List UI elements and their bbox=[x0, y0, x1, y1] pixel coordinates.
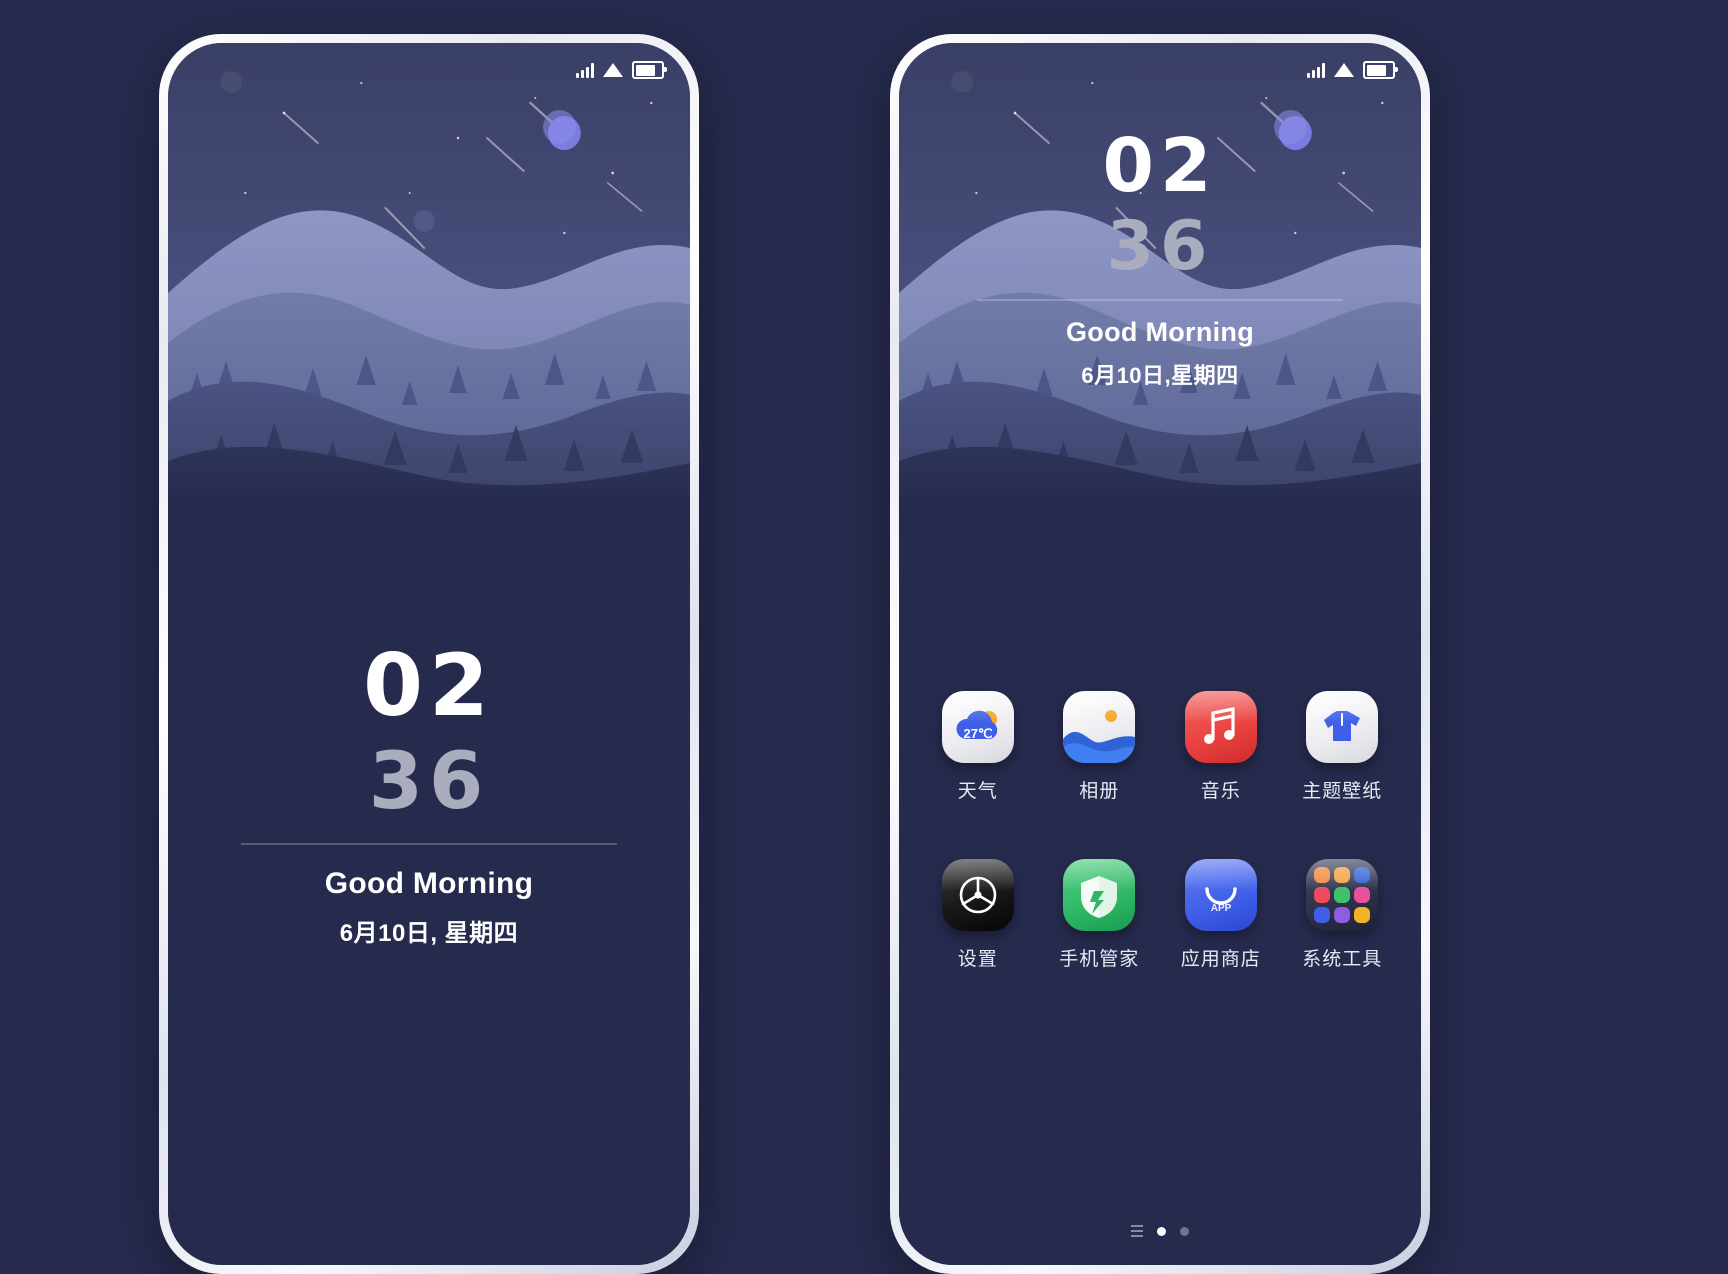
app-label: 音乐 bbox=[1200, 781, 1241, 802]
lock-date: 6月10日, 星期四 bbox=[339, 920, 519, 947]
weather-temp-label: 27℃ bbox=[963, 726, 992, 741]
app-gallery[interactable]: 相册 bbox=[1039, 691, 1161, 803]
home-screen-display[interactable]: 02 36 Good Morning 6月10日,星期四 27℃ 天气 相册 音… bbox=[899, 43, 1421, 1265]
app-store-badge-label: APP bbox=[1210, 903, 1231, 914]
battery-icon bbox=[632, 61, 667, 79]
app-phone-manager[interactable]: 手机管家 bbox=[1039, 859, 1161, 971]
app-label: 系统工具 bbox=[1302, 949, 1383, 970]
page-dot-inactive[interactable] bbox=[1180, 1226, 1189, 1236]
wallpaper-lock bbox=[168, 43, 690, 513]
app-label: 手机管家 bbox=[1059, 949, 1140, 970]
home-clock-hours: 02 bbox=[1102, 123, 1218, 209]
app-label: 相册 bbox=[1079, 781, 1120, 802]
app-store[interactable]: APP 应用商店 bbox=[1160, 859, 1282, 971]
app-settings[interactable]: 设置 bbox=[917, 859, 1039, 971]
camera-punch-hole bbox=[951, 71, 973, 93]
signal-bars-icon bbox=[1307, 62, 1325, 78]
battery-icon bbox=[1363, 61, 1398, 79]
weather-icon: 27℃ bbox=[941, 691, 1014, 763]
signal-bars-icon bbox=[576, 62, 594, 78]
lock-greeting: Good Morning bbox=[324, 867, 534, 900]
home-clock-divider bbox=[977, 299, 1343, 301]
camera-punch-hole bbox=[220, 71, 242, 93]
home-greeting: Good Morning bbox=[1065, 317, 1255, 347]
app-weather[interactable]: 27℃ 天气 bbox=[917, 691, 1039, 803]
page-dot-active[interactable] bbox=[1157, 1226, 1166, 1236]
themes-icon bbox=[1306, 691, 1379, 763]
lock-clock-widget[interactable]: 02 36 Good Morning 6月10日, 星期四 bbox=[168, 643, 690, 948]
lock-clock-divider bbox=[241, 843, 617, 845]
phone-lock-screen: 02 36 Good Morning 6月10日, 星期四 bbox=[159, 34, 699, 1274]
app-label: 天气 bbox=[957, 781, 998, 802]
app-label: 设置 bbox=[957, 949, 998, 970]
app-grid: 27℃ 天气 相册 音乐 主题壁纸 设置 手机管家 APP 应用商店 系统工具 bbox=[899, 691, 1421, 971]
lock-screen-display[interactable]: 02 36 Good Morning 6月10日, 星期四 bbox=[168, 43, 690, 1265]
home-clock-widget[interactable]: 02 36 Good Morning 6月10日,星期四 bbox=[899, 129, 1421, 390]
status-bar-home bbox=[1307, 61, 1398, 79]
phone-manager-icon bbox=[1063, 859, 1136, 931]
app-label: 主题壁纸 bbox=[1302, 781, 1383, 802]
app-label: 应用商店 bbox=[1180, 949, 1261, 970]
wifi-icon bbox=[603, 63, 623, 77]
app-music[interactable]: 音乐 bbox=[1160, 691, 1282, 803]
page-indicator[interactable] bbox=[899, 1225, 1421, 1237]
lock-clock-minutes: 36 bbox=[368, 737, 490, 827]
app-themes[interactable]: 主题壁纸 bbox=[1282, 691, 1404, 803]
settings-icon bbox=[941, 859, 1014, 931]
system-tools-folder-icon bbox=[1306, 859, 1379, 931]
wifi-icon bbox=[1334, 63, 1354, 77]
app-store-icon: APP bbox=[1184, 859, 1257, 931]
lock-clock-hours: 02 bbox=[363, 636, 495, 736]
app-system-tools-folder[interactable]: 系统工具 bbox=[1282, 859, 1404, 971]
home-date: 6月10日,星期四 bbox=[1081, 363, 1239, 388]
gallery-icon bbox=[1063, 691, 1136, 763]
status-bar-lock bbox=[576, 61, 667, 79]
music-icon bbox=[1184, 691, 1257, 763]
home-clock-minutes: 36 bbox=[1106, 207, 1214, 286]
phone-home-screen: 02 36 Good Morning 6月10日,星期四 27℃ 天气 相册 音… bbox=[890, 34, 1430, 1274]
app-drawer-icon[interactable] bbox=[1131, 1225, 1143, 1237]
preview-stage: 02 36 Good Morning 6月10日, 星期四 02 36 Good… bbox=[0, 0, 1728, 1274]
